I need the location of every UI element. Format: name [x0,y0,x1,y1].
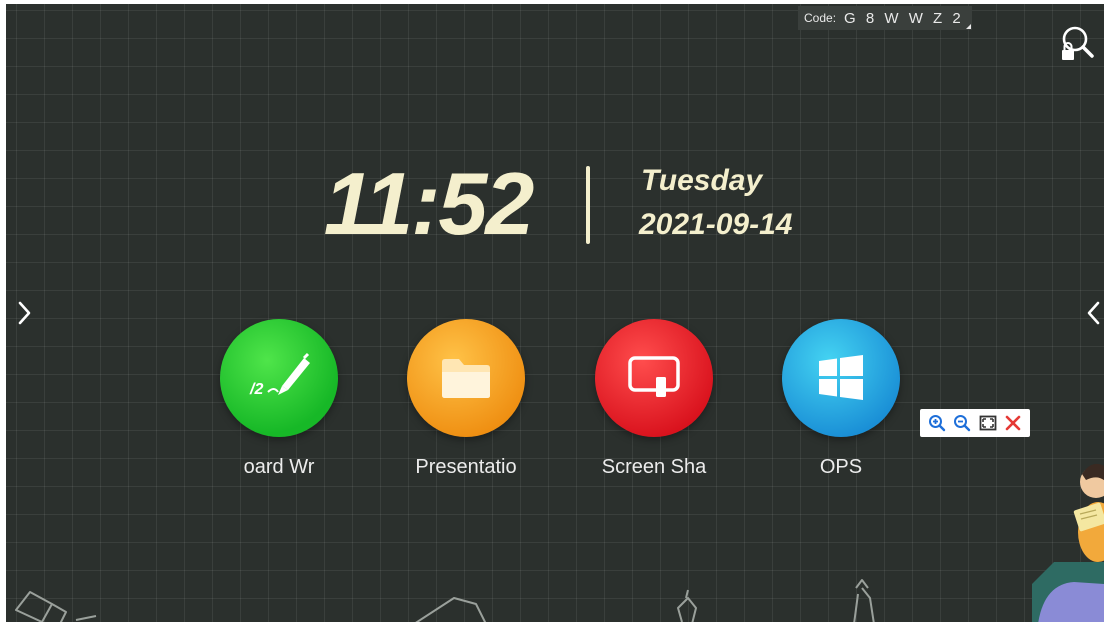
whiteboard-pen-icon: /2 [249,352,310,398]
close-icon[interactable] [1004,414,1022,432]
app-presentation[interactable]: Presentatio [406,318,526,478]
reading-character-illustration [1032,464,1104,622]
app-whiteboard-circle: /2 [220,319,338,437]
clock-date: 2021-09-14 [639,208,793,241]
chevron-right-icon[interactable] [12,300,36,326]
app-ops-label: OPS [819,456,863,478]
app-presentation-label: Presentatio [415,456,517,478]
chalk-decoration [15,579,875,622]
home-board: Code: G 8 W W Z 2 11:52 Tuesday 2021-09-… [6,4,1104,622]
code-label: Code: [804,11,837,25]
app-ops[interactable]: OPS [781,318,901,478]
app-whiteboard[interactable]: /2 oard Wr [219,318,339,478]
chevron-left-icon[interactable] [1082,300,1104,326]
code-value: G 8 W W Z 2 [844,9,964,27]
clock-day: Tuesday [641,164,763,197]
zoom-out-icon[interactable] [953,414,971,432]
svg-text:/2: /2 [249,381,263,398]
app-presentation-circle [407,319,525,437]
zoom-toolbar [920,409,1030,437]
app-ops-circle [782,319,900,437]
fit-screen-icon[interactable] [979,414,997,432]
clock-divider [586,166,590,244]
connection-code: Code: G 8 W W Z 2 [798,6,972,30]
windows-icon [819,355,863,400]
screen-share-icon [628,356,680,397]
app-whiteboard-label: oard Wr [243,456,315,478]
folder-icon [442,359,490,398]
zoom-in-icon[interactable] [928,414,946,432]
app-screen-share-label: Screen Sha [601,456,707,478]
clock-time: 11:52 [323,154,535,253]
corner-mark [965,24,971,29]
app-screen-share[interactable]: Screen Sha [594,318,714,478]
app-screen-share-circle [595,319,713,437]
search-lock-icon[interactable] [1058,22,1098,66]
